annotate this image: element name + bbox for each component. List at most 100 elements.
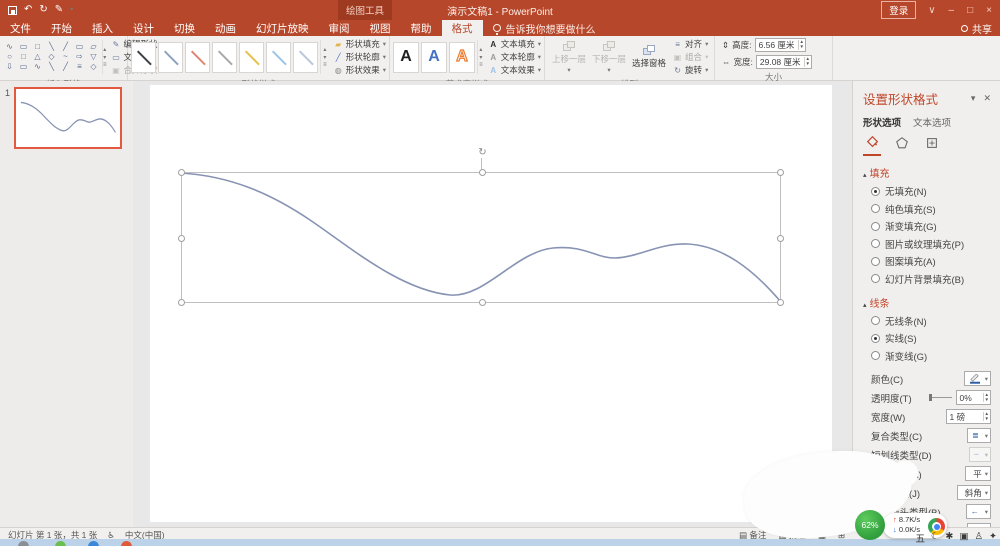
shape-gallery-item-3[interactable]: ╲ — [45, 42, 58, 52]
shape-style-button-2[interactable]: ◍ 形状效果 ▾ — [334, 64, 386, 76]
share-button[interactable]: 共享 — [961, 20, 992, 36]
pane-tab-0[interactable]: 形状选项 — [863, 115, 901, 129]
taskbar-app-icon[interactable] — [55, 541, 66, 546]
shape-gallery-item-4[interactable]: ╱ — [59, 42, 72, 52]
shape-gallery-item-19[interactable]: ≡ — [73, 62, 86, 72]
dropdown-button-3[interactable]: 斜角 ▾ — [957, 485, 991, 500]
ribbon-tab-7[interactable]: 审阅 — [319, 20, 360, 36]
ribbon-tab-4[interactable]: 切换 — [164, 20, 205, 36]
line-option-0[interactable]: 无线条(N) — [871, 314, 991, 328]
taskbar-app-icon[interactable] — [121, 541, 132, 546]
redo-icon[interactable]: ↻ — [39, 5, 47, 15]
width-value[interactable]: 29.08 厘米 — [757, 56, 804, 68]
ribbon-tab-2[interactable]: 插入 — [82, 20, 123, 36]
resize-handle-nw[interactable] — [178, 169, 185, 176]
line-style-swatch-2[interactable] — [185, 42, 210, 73]
shape-gallery-item-2[interactable]: □ — [31, 42, 44, 52]
ribbon-tab-10[interactable]: 格式 — [442, 20, 483, 36]
shape-gallery-item-5[interactable]: ▭ — [73, 42, 86, 52]
resize-handle-ne[interactable] — [777, 169, 784, 176]
height-stepper[interactable]: 6.56 厘米 ▲▼ — [755, 38, 806, 52]
signin-button[interactable]: 登录 — [881, 1, 916, 19]
ribbon-tab-0[interactable]: 文件 — [0, 20, 41, 36]
shape-gallery-item-15[interactable]: ▭ — [17, 62, 30, 72]
wordart-scroll-2[interactable]: ≡ — [478, 62, 484, 68]
spinner-arrows-icon[interactable]: ▲▼ — [798, 40, 805, 49]
save-icon[interactable] — [8, 6, 17, 15]
pane-collapse-icon[interactable]: ▾ — [971, 93, 976, 104]
shape-style-button-1[interactable]: ╱ 形状轮廓 ▾ — [334, 51, 386, 63]
ribbon-tab-1[interactable]: 开始 — [41, 20, 82, 36]
fill-option-1[interactable]: 纯色填充(S) — [871, 202, 991, 216]
shape-gallery-item-11[interactable]: ~ — [59, 52, 72, 62]
resize-handle-se[interactable] — [777, 299, 784, 306]
shape-gallery-scroll-2[interactable]: ≡ — [103, 62, 107, 68]
shape-gallery-item-10[interactable]: ◇ — [45, 52, 58, 62]
resize-handle-n[interactable] — [479, 169, 486, 176]
window-button-2[interactable]: □ — [967, 5, 973, 16]
shape-gallery-item-9[interactable]: △ — [31, 52, 44, 62]
slider-thumb[interactable] — [929, 394, 932, 401]
wordart-sample-1[interactable]: A — [421, 42, 447, 73]
shape-gallery-item-18[interactable]: ╱ — [59, 62, 72, 72]
shape-gallery-item-8[interactable]: □ — [17, 52, 30, 62]
wordart-sample-0[interactable]: A — [393, 42, 419, 73]
line-option-2[interactable]: 渐变线(G) — [871, 349, 991, 363]
radio-icon[interactable] — [871, 274, 880, 283]
rotation-handle[interactable]: ↻ — [477, 147, 488, 158]
shape-gallery-item-13[interactable]: ▽ — [87, 52, 100, 62]
transparency-value[interactable]: 0% — [957, 393, 983, 403]
fill-section-header[interactable]: ▴填充 — [863, 165, 991, 180]
tray-icon-2[interactable]: ✱ — [946, 531, 954, 545]
arrange-item-2[interactable]: 选择窗格 — [632, 45, 666, 70]
fill-line-icon[interactable] — [863, 135, 881, 156]
radio-icon[interactable] — [871, 351, 880, 360]
fill-option-2[interactable]: 渐变填充(G) — [871, 219, 991, 233]
spinner-arrows-icon[interactable]: ▲▼ — [983, 412, 990, 421]
pen-mode-icon[interactable]: ✎ — [55, 5, 63, 15]
speed-ball-widget[interactable]: 62% — [855, 510, 885, 540]
arrange-button-2[interactable]: ↻ 旋转 ▾ — [673, 64, 708, 76]
wordart-sample-2[interactable]: A — [449, 42, 475, 73]
shape-gallery-scroll-1[interactable]: ▾ — [103, 54, 107, 61]
line-section-header[interactable]: ▴线条 — [863, 295, 991, 310]
line-style-swatch-4[interactable] — [239, 42, 264, 73]
shape-gallery-item-0[interactable]: ∿ — [3, 42, 16, 52]
arrange-button-0[interactable]: ≡ 对齐 ▾ — [673, 38, 708, 50]
fill-option-0[interactable]: 无填充(N) — [871, 184, 991, 198]
undo-icon[interactable]: ↶ — [24, 5, 32, 15]
wordart-button-0[interactable]: A 文本填充 ▾ — [489, 38, 541, 50]
taskbar-app-icon[interactable] — [88, 541, 99, 546]
pane-tab-1[interactable]: 文本选项 — [913, 115, 951, 129]
window-button-3[interactable]: × — [986, 5, 992, 16]
transparency-slider[interactable] — [930, 397, 952, 398]
style-gallery-scroll-0[interactable]: ▴ — [321, 46, 329, 53]
shape-gallery-item-17[interactable]: ╲ — [45, 62, 58, 72]
shape-gallery-item-20[interactable]: ◇ — [87, 62, 100, 72]
shape-style-button-0[interactable]: ▰ 形状填充 ▾ — [334, 38, 386, 50]
qat-customize-icon[interactable]: ▾ — [70, 7, 73, 14]
ribbon-tab-9[interactable]: 帮助 — [401, 20, 442, 36]
tray-icon-5[interactable]: ✦ — [989, 531, 997, 545]
transparency-stepper[interactable]: 0% ▲▼ — [956, 390, 991, 405]
line-style-swatch-1[interactable] — [158, 42, 183, 73]
tray-icon-4[interactable]: ♙ — [975, 531, 984, 545]
dropdown-button-2[interactable]: 平 ▾ — [965, 466, 991, 481]
slide-canvas[interactable]: ↻ — [150, 85, 832, 522]
taskbar-app-icon[interactable] — [18, 541, 29, 546]
wordart-scroll-1[interactable]: ▾ — [478, 54, 484, 61]
line-color-picker[interactable]: ▾ — [964, 371, 991, 386]
window-button-1[interactable]: – — [949, 5, 955, 16]
ribbon-tab-8[interactable]: 视图 — [360, 20, 401, 36]
height-value[interactable]: 6.56 厘米 — [756, 39, 798, 51]
dropdown-button-1[interactable]: ┄ ▾ — [969, 447, 991, 462]
resize-handle-s[interactable] — [479, 299, 486, 306]
effects-icon[interactable] — [893, 136, 911, 155]
ribbon-tab-5[interactable]: 动画 — [205, 20, 246, 36]
shape-gallery-scroll-0[interactable]: ▴ — [103, 46, 107, 53]
fill-option-5[interactable]: 幻灯片背景填充(B) — [871, 272, 991, 286]
tellme-box[interactable]: 告诉我你想要做什么 — [483, 20, 606, 36]
style-gallery-scroll-1[interactable]: ▾ — [321, 54, 329, 61]
window-button-0[interactable]: ∨ — [928, 5, 935, 16]
tray-icon-3[interactable]: ▣ — [960, 531, 969, 545]
